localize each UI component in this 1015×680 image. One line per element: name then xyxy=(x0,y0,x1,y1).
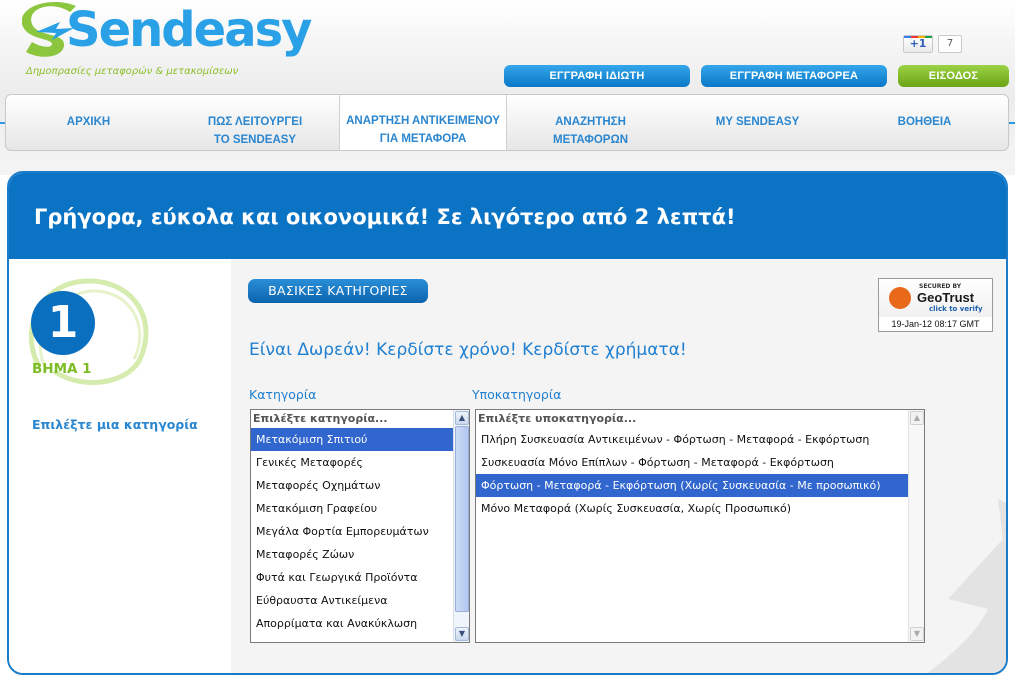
subcategory-option[interactable]: Πλήρη Συσκευασία Αντικειμένων - Φόρτωση … xyxy=(476,428,924,451)
subcategory-label: Υποκατηγορία xyxy=(472,387,562,402)
geotrust-date: 19-Jan-12 08:17 GMT xyxy=(891,319,980,329)
register-carrier-button[interactable]: ΕΓΓΡΑΦΗ ΜΕΤΑΦΟΡΕΑ xyxy=(701,65,887,87)
nav-item-label: ΒΟΗΘΕΙΑ xyxy=(897,116,952,128)
category-option[interactable]: Γενικές Μεταφορές xyxy=(251,451,469,474)
subcategory-placeholder-option[interactable]: Επιλέξτε υποκατηγορία... xyxy=(476,410,924,428)
post-item-panel: Γρήγορα, εύκολα και οικονομικά! Σε λιγότ… xyxy=(7,171,1008,675)
category-option[interactable]: Φυτά και Γεωργικά Προϊόντα xyxy=(251,566,469,589)
nav-item-post-item[interactable]: ΑΝΑΡΤΗΣΗ ΑΝΤΙΚΕΙΜΕΝΟΥ ΓΙΑ ΜΕΤΑΦΟΡΑ xyxy=(339,95,507,150)
subcategory-option[interactable]: Μόνο Μεταφορά (Χωρίς Συσκευασία, Χωρίς Π… xyxy=(476,497,924,520)
category-option[interactable]: Μετακόμιση Σπιτιού xyxy=(251,428,469,451)
gplus-label: +1 xyxy=(909,37,927,50)
category-option[interactable]: ... xyxy=(251,635,469,642)
nav-item-help[interactable]: ΒΟΗΘΕΙΑ xyxy=(841,95,1008,150)
step-label: ΒΗΜΑ 1 xyxy=(32,361,92,377)
google-colors-stripe xyxy=(904,36,932,38)
banner: Γρήγορα, εύκολα και οικονομικά! Σε λιγότ… xyxy=(9,173,1006,259)
category-content: ΒΑΣΙΚΕΣ ΚΑΤΗΓΟΡΙΕΣ SECURED BY GeoTrust c… xyxy=(231,259,1006,673)
geotrust-check-icon xyxy=(889,287,911,309)
subcategory-scrollbar[interactable]: ▲ ▼ xyxy=(908,410,924,642)
nav-item-home[interactable]: ΑΡΧΙΚΗ xyxy=(6,95,171,150)
geotrust-secured-by: SECURED BY xyxy=(919,283,962,290)
main-navigation: ΑΡΧΙΚΗ ΠΩΣ ΛΕΙΤΟΥΡΓΕΙ ΤΟ SENDEASY ΑΝΑΡΤΗΣ… xyxy=(5,94,1009,151)
category-scrollbar[interactable]: ▲ ▼ xyxy=(453,410,469,642)
sendeasy-logo[interactable]: Sendeasy Δημοπρασίες μεταφορών & μετακομ… xyxy=(22,2,312,82)
geotrust-verify: click to verify xyxy=(929,305,983,313)
category-option[interactable]: Μεταφορές Οχημάτων xyxy=(251,474,469,497)
category-option[interactable]: Απορρίματα και Ανακύκλωση xyxy=(251,612,469,635)
nav-item-my-sendeasy[interactable]: MY SENDEASY xyxy=(674,95,841,150)
logo-wordmark: Sendeasy xyxy=(66,2,312,58)
nav-item-label: ΑΝΑΡΤΗΣΗ ΑΝΤΙΚΕΙΜΕΝΟΥ xyxy=(346,115,500,127)
banner-headline: Γρήγορα, εύκολα και οικονομικά! Σε λιγότ… xyxy=(34,205,736,229)
gplus-count: 7 xyxy=(938,35,962,53)
subcategory-option[interactable]: Φόρτωση - Μεταφορά - Εκφόρτωση (Χωρίς Συ… xyxy=(476,474,924,497)
basic-categories-button[interactable]: ΒΑΣΙΚΕΣ ΚΑΤΗΓΟΡΙΕΣ xyxy=(248,279,428,303)
nav-item-label: ΑΡΧΙΚΗ xyxy=(66,116,111,128)
step-hint: Επιλέξτε μια κατηγορία xyxy=(32,417,198,432)
site-header: Sendeasy Δημοπρασίες μεταφορών & μετακομ… xyxy=(0,0,1015,175)
category-label: Κατηγορία xyxy=(249,387,317,402)
scroll-up-arrow-icon[interactable]: ▲ xyxy=(910,411,924,425)
nav-item-label-line2: ΓΙΑ ΜΕΤΑΦΟΡΑ xyxy=(379,133,467,145)
scroll-down-arrow-icon[interactable]: ▼ xyxy=(455,627,469,641)
nav-item-how-it-works[interactable]: ΠΩΣ ΛΕΙΤΟΥΡΓΕΙ ΤΟ SENDEASY xyxy=(171,95,339,150)
google-plus-one-button[interactable]: +1 xyxy=(903,35,933,53)
nav-item-search-transports[interactable]: ΑΝΑΖΗΤΗΣΗ ΜΕΤΑΦΟΡΩΝ xyxy=(507,95,674,150)
geotrust-seal[interactable]: SECURED BY GeoTrust click to verify 19-J… xyxy=(878,278,993,332)
login-button[interactable]: ΕΙΣΟΔΟΣ xyxy=(898,65,1009,87)
category-placeholder-option[interactable]: Επιλέξτε κατηγορία... xyxy=(251,410,469,428)
slogan: Είναι Δωρεάν! Κερδίστε χρόνο! Κερδίστε χ… xyxy=(249,340,687,360)
nav-item-label-line2: ΜΕΤΑΦΟΡΩΝ xyxy=(553,134,628,146)
subcategory-option[interactable]: Συσκευασία Μόνο Επίπλων - Φόρτωση - Μετα… xyxy=(476,451,924,474)
scrollbar-thumb[interactable] xyxy=(455,426,469,612)
category-listbox[interactable]: Επιλέξτε κατηγορία... Μετακόμιση Σπιτιού… xyxy=(250,409,470,643)
geotrust-name: GeoTrust xyxy=(917,290,975,305)
scroll-down-arrow-icon[interactable]: ▼ xyxy=(910,627,924,641)
category-option[interactable]: Μεγάλα Φορτία Εμπορευμάτων xyxy=(251,520,469,543)
scroll-up-arrow-icon[interactable]: ▲ xyxy=(455,411,469,425)
step-number-badge: 1 xyxy=(31,291,95,355)
nav-item-label: MY SENDEASY xyxy=(715,116,800,128)
category-option[interactable]: Εύθραυστα Αντικείμενα xyxy=(251,589,469,612)
logo-tagline: Δημοπρασίες μεταφορών & μετακομίσεων xyxy=(26,66,239,77)
subcategory-listbox[interactable]: Επιλέξτε υποκατηγορία... Πλήρη Συσκευασί… xyxy=(475,409,925,643)
nav-item-label-line2: ΤΟ SENDEASY xyxy=(213,134,297,146)
category-option[interactable]: Μεταφορές Ζώων xyxy=(251,543,469,566)
nav-item-label: ΑΝΑΖΗΤΗΣΗ xyxy=(555,116,626,128)
nav-item-label: ΠΩΣ ΛΕΙΤΟΥΡΓΕΙ xyxy=(207,116,303,128)
register-private-button[interactable]: ΕΓΓΡΑΦΗ ΙΔΙΩΤΗ xyxy=(504,65,690,87)
category-option[interactable]: Μετακόμιση Γραφείου xyxy=(251,497,469,520)
step-sidebar: 1 ΒΗΜΑ 1 Επιλέξτε μια κατηγορία xyxy=(9,259,231,673)
